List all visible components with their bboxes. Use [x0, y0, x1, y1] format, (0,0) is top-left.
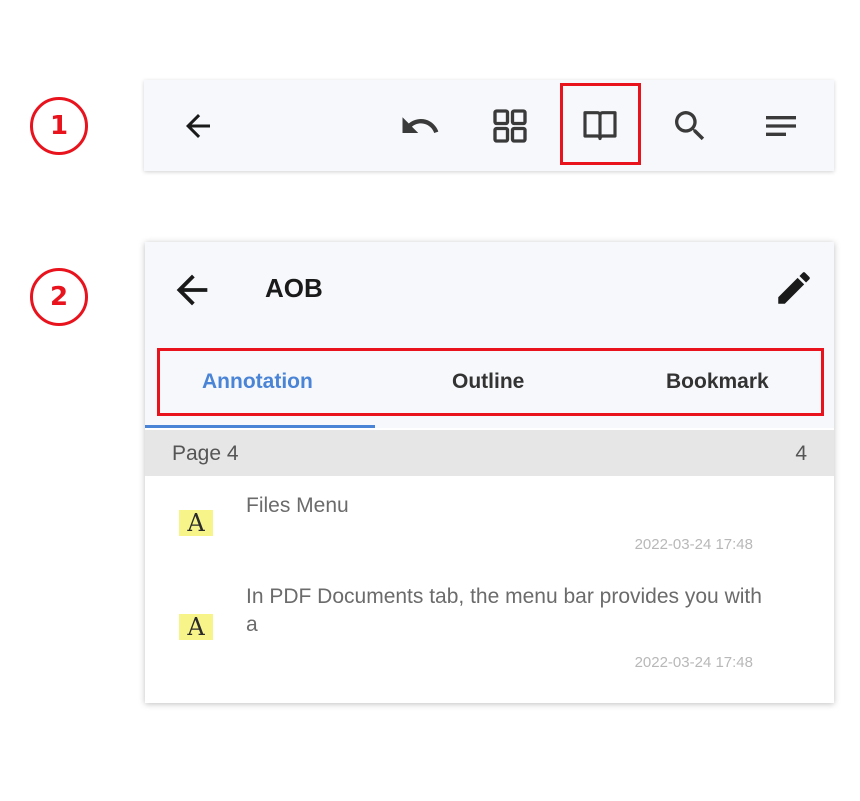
- undo-button[interactable]: [390, 80, 450, 171]
- search-button[interactable]: [660, 80, 720, 171]
- annotation-text: Files Menu: [246, 494, 349, 517]
- annotation-date: 2022-03-24 17:48: [634, 654, 753, 671]
- panel-title: AOB: [265, 273, 323, 303]
- annotation-date: 2022-03-24 17:48: [634, 536, 753, 553]
- back-icon: [186, 113, 210, 138]
- pencil-icon: [778, 272, 810, 304]
- panel-back-button[interactable]: [169, 267, 215, 313]
- grid-icon: [493, 108, 527, 143]
- step-1-marker: 1: [30, 97, 88, 155]
- list-item[interactable]: A In PDF Documents tab, the menu bar pro…: [145, 582, 834, 692]
- search-icon: [675, 110, 705, 140]
- text-annotation-icon: A: [179, 509, 213, 537]
- annotation-text: In PDF Documents tab, the menu bar provi…: [246, 585, 762, 636]
- annotation-panel: AOB Annotation Outline Bookmark Page 4 4…: [145, 242, 834, 703]
- text-annotation-icon: A: [179, 613, 213, 641]
- thumbnails-button[interactable]: [480, 80, 540, 171]
- page-group-header[interactable]: Page 4 4: [145, 430, 834, 476]
- menu-icon: [766, 115, 796, 136]
- active-tab-indicator: [145, 425, 375, 428]
- page-label: Page 4: [172, 442, 239, 465]
- reader-toolbar: [144, 80, 834, 171]
- panel-header: AOB Annotation Outline Bookmark: [145, 242, 834, 428]
- list-item[interactable]: A Files Menu 2022-03-24 17:48: [145, 478, 834, 576]
- undo-icon: [402, 116, 439, 133]
- edit-button[interactable]: [773, 267, 815, 309]
- annotation-count: 4: [795, 442, 807, 465]
- highlight-tabs: [157, 348, 824, 416]
- highlight-annotation-button: [560, 83, 641, 165]
- menu-button[interactable]: [751, 80, 811, 171]
- back-icon: [176, 274, 208, 306]
- step-2-marker: 2: [30, 268, 88, 326]
- back-button[interactable]: [168, 80, 228, 171]
